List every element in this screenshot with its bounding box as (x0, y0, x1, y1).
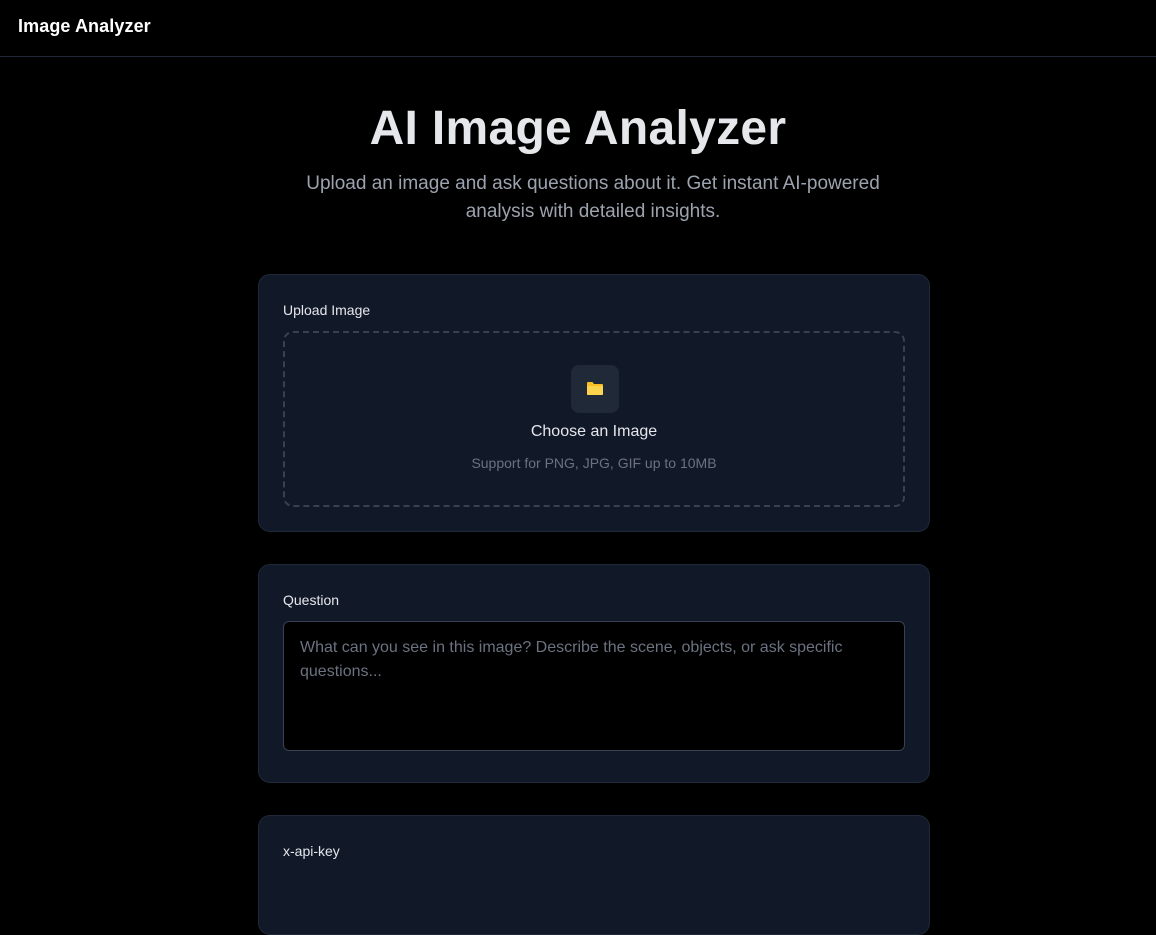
api-key-card: x-api-key (258, 815, 930, 935)
page-title: AI Image Analyzer (369, 102, 787, 155)
question-label: Question (283, 592, 340, 608)
api-key-label: x-api-key (283, 843, 340, 859)
upload-label: Upload Image (283, 302, 371, 318)
choose-image-title: Choose an Image (530, 423, 658, 440)
upload-card: Upload Image Choose an Image Support for… (258, 274, 930, 532)
upload-hint: Support for PNG, JPG, GIF up to 10MB (471, 455, 717, 471)
page-subtitle: Upload an image and ask questions about … (306, 173, 880, 222)
folder-icon-tile (571, 365, 619, 413)
app-brand[interactable]: Image Analyzer (18, 16, 151, 37)
question-card: Question (258, 564, 930, 783)
folder-icon (587, 382, 603, 395)
top-navbar: Image Analyzer (0, 0, 1156, 57)
question-textarea[interactable] (283, 621, 905, 751)
image-dropzone[interactable]: Choose an Image Support for PNG, JPG, GI… (283, 331, 905, 507)
